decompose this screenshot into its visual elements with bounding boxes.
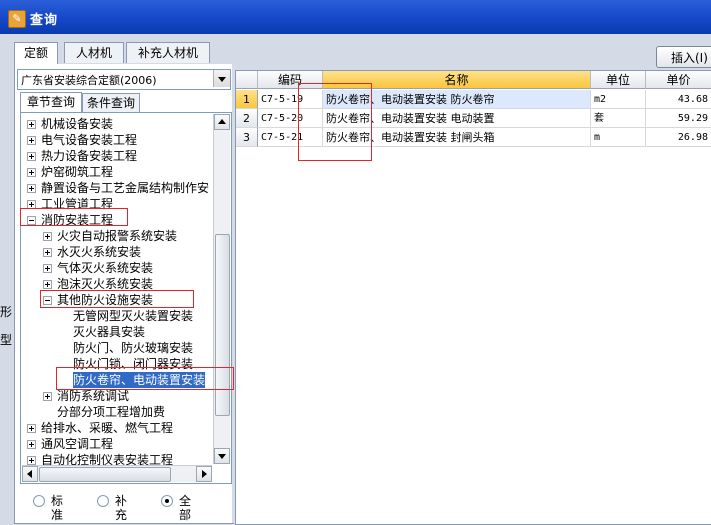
- chapter-panel: 广东省安装综合定额(2006) 章节查询 条件查询 机械设备安装电气设备安装工程…: [14, 64, 234, 524]
- expand-plus-icon[interactable]: [43, 248, 52, 257]
- tab-labor-material-machine[interactable]: 人材机: [64, 42, 124, 63]
- tree-vertical-scrollbar[interactable]: [213, 114, 230, 464]
- expand-plus-icon[interactable]: [27, 424, 36, 433]
- insert-button[interactable]: 插入(I): [656, 46, 711, 68]
- hscroll-thumb[interactable]: [39, 467, 171, 482]
- edge-text-1: 形: [0, 305, 13, 319]
- tree-node-label: 通风空调工程: [41, 437, 114, 451]
- tree-node-label: 消防系统调试: [57, 389, 130, 403]
- quota-library-value: 广东省安装综合定额(2006): [21, 74, 157, 87]
- radio-label: 全部: [179, 494, 192, 522]
- expand-plus-icon[interactable]: [27, 152, 36, 161]
- tree-node-label: 灭火器具安装: [73, 325, 146, 339]
- column-header-code[interactable]: 编码: [258, 71, 323, 89]
- expand-plus-icon[interactable]: [43, 264, 52, 273]
- tab-chapter-search[interactable]: 章节查询: [20, 92, 82, 113]
- scroll-up-icon[interactable]: [214, 114, 230, 130]
- cell-name[interactable]: 防火卷帘、电动装置安装 电动装置: [323, 109, 591, 128]
- expand-plus-icon[interactable]: [27, 184, 36, 193]
- row-number-header: [236, 71, 258, 89]
- tree-node-label: 防火门锁、闭门器安装: [73, 357, 194, 371]
- table-row[interactable]: 3 C7-5-21 防火卷帘、电动装置安装 封闸头箱 m 26.98: [236, 128, 711, 147]
- chapter-tree[interactable]: 机械设备安装电气设备安装工程 热力设备安装工程 炉窑砌筑工程静置设备与工艺金属结构制…: [20, 112, 232, 484]
- column-header-name[interactable]: 名称: [323, 71, 591, 89]
- expand-plus-icon[interactable]: [27, 200, 36, 209]
- expand-plus-icon[interactable]: [27, 456, 36, 465]
- tree-node-label: 热力设备安装工程: [41, 149, 138, 163]
- radio-dot-icon: [97, 495, 109, 507]
- tab-condition-search[interactable]: 条件查询: [82, 93, 140, 112]
- edge-text-2: 型: [0, 333, 13, 347]
- quota-results-grid[interactable]: 编码 名称 单位 单价 1 C7-5-19 防火卷帘、电动装置安装 防火卷帘 m2 43…: [235, 70, 711, 525]
- tree-node-label: 气体灭火系统安装: [57, 261, 154, 275]
- tree-node-label: 泡沫灭火系统安装: [57, 277, 154, 291]
- cell-unit[interactable]: m: [591, 128, 646, 147]
- tree-node-label: 防火门、防火玻璃安装: [73, 341, 194, 355]
- expand-plus-icon[interactable]: [27, 136, 36, 145]
- tree-node-label: 火灾自动报警系统安装: [57, 229, 178, 243]
- column-header-price[interactable]: 单价: [646, 71, 711, 89]
- tree-node-label: 防火卷帘、电动装置安装: [73, 372, 206, 388]
- cell-price[interactable]: 43.68: [646, 90, 711, 109]
- expand-plus-icon[interactable]: [43, 392, 52, 401]
- expand-plus-icon[interactable]: [27, 168, 36, 177]
- cell-unit[interactable]: m2: [591, 90, 646, 109]
- expand-plus-icon[interactable]: [43, 280, 52, 289]
- tree-node-label: 工业管道工程: [41, 197, 114, 211]
- app-icon: ✎: [8, 10, 26, 28]
- cell-price[interactable]: 59.29: [646, 109, 711, 128]
- tab-supplement-material[interactable]: 补充人材机: [126, 42, 210, 63]
- tree-node-label: 机械设备安装: [41, 117, 114, 131]
- window-title: 查询: [30, 13, 59, 28]
- cell-name[interactable]: 防火卷帘、电动装置安装 防火卷帘: [323, 90, 591, 109]
- table-row[interactable]: 1 C7-5-19 防火卷帘、电动装置安装 防火卷帘 m2 43.68: [236, 90, 711, 109]
- left-edge-text: 形 型: [0, 298, 12, 354]
- cell-price[interactable]: 26.98: [646, 128, 711, 147]
- expand-plus-icon[interactable]: [27, 440, 36, 449]
- cell-no: 3: [236, 128, 258, 147]
- scroll-down-icon[interactable]: [214, 448, 230, 464]
- cell-code[interactable]: C7-5-19: [258, 90, 323, 109]
- chevron-down-icon[interactable]: [213, 70, 230, 87]
- tree-node-label: 给排水、采暖、燃气工程: [41, 421, 174, 435]
- cell-no: 1: [236, 90, 258, 109]
- scroll-right-icon[interactable]: [196, 466, 212, 482]
- radio-dot-icon: [161, 495, 173, 507]
- table-row[interactable]: 2 C7-5-20 防火卷帘、电动装置安装 电动装置套 59.29: [236, 109, 711, 128]
- tree-node-label: 分部分项工程增加费: [57, 405, 166, 419]
- tree-node-label: 消防安装工程: [41, 213, 114, 227]
- expand-plus-icon[interactable]: [27, 120, 36, 129]
- column-header-unit[interactable]: 单位: [591, 71, 646, 89]
- tree-node-label: 炉窑砌筑工程: [41, 165, 114, 179]
- expand-plus-icon[interactable]: [43, 232, 52, 241]
- tree-node-label: 其他防火设施安装: [57, 293, 154, 307]
- scroll-left-icon[interactable]: [22, 466, 38, 482]
- tree-horizontal-scrollbar[interactable]: [22, 465, 212, 482]
- scroll-thumb[interactable]: [215, 234, 230, 416]
- collapse-minus-icon[interactable]: [43, 296, 52, 305]
- quota-library-select[interactable]: 广东省安装综合定额(2006): [17, 69, 231, 90]
- cell-code[interactable]: C7-5-20: [258, 109, 323, 128]
- cell-code[interactable]: C7-5-21: [258, 128, 323, 147]
- tab-quota[interactable]: 定额: [14, 42, 58, 65]
- title-bar[interactable]: ✎ 查询: [0, 0, 711, 34]
- radio-label: 标准: [51, 494, 64, 522]
- radio-label: 补充: [115, 494, 128, 522]
- tree-node-label: 水灭火系统安装: [57, 245, 142, 259]
- tree-node-label: 电气设备安装工程: [41, 133, 138, 147]
- tree-node-label: 无管网型灭火装置安装: [73, 309, 194, 323]
- cell-no: 2: [236, 109, 258, 128]
- cell-name[interactable]: 防火卷帘、电动装置安装 封闸头箱: [323, 128, 591, 147]
- collapse-minus-icon[interactable]: [27, 216, 36, 225]
- tree-node-label: 静置设备与工艺金属结构制作安: [41, 181, 210, 195]
- radio-dot-icon: [33, 495, 45, 507]
- cell-unit[interactable]: 套: [591, 109, 646, 128]
